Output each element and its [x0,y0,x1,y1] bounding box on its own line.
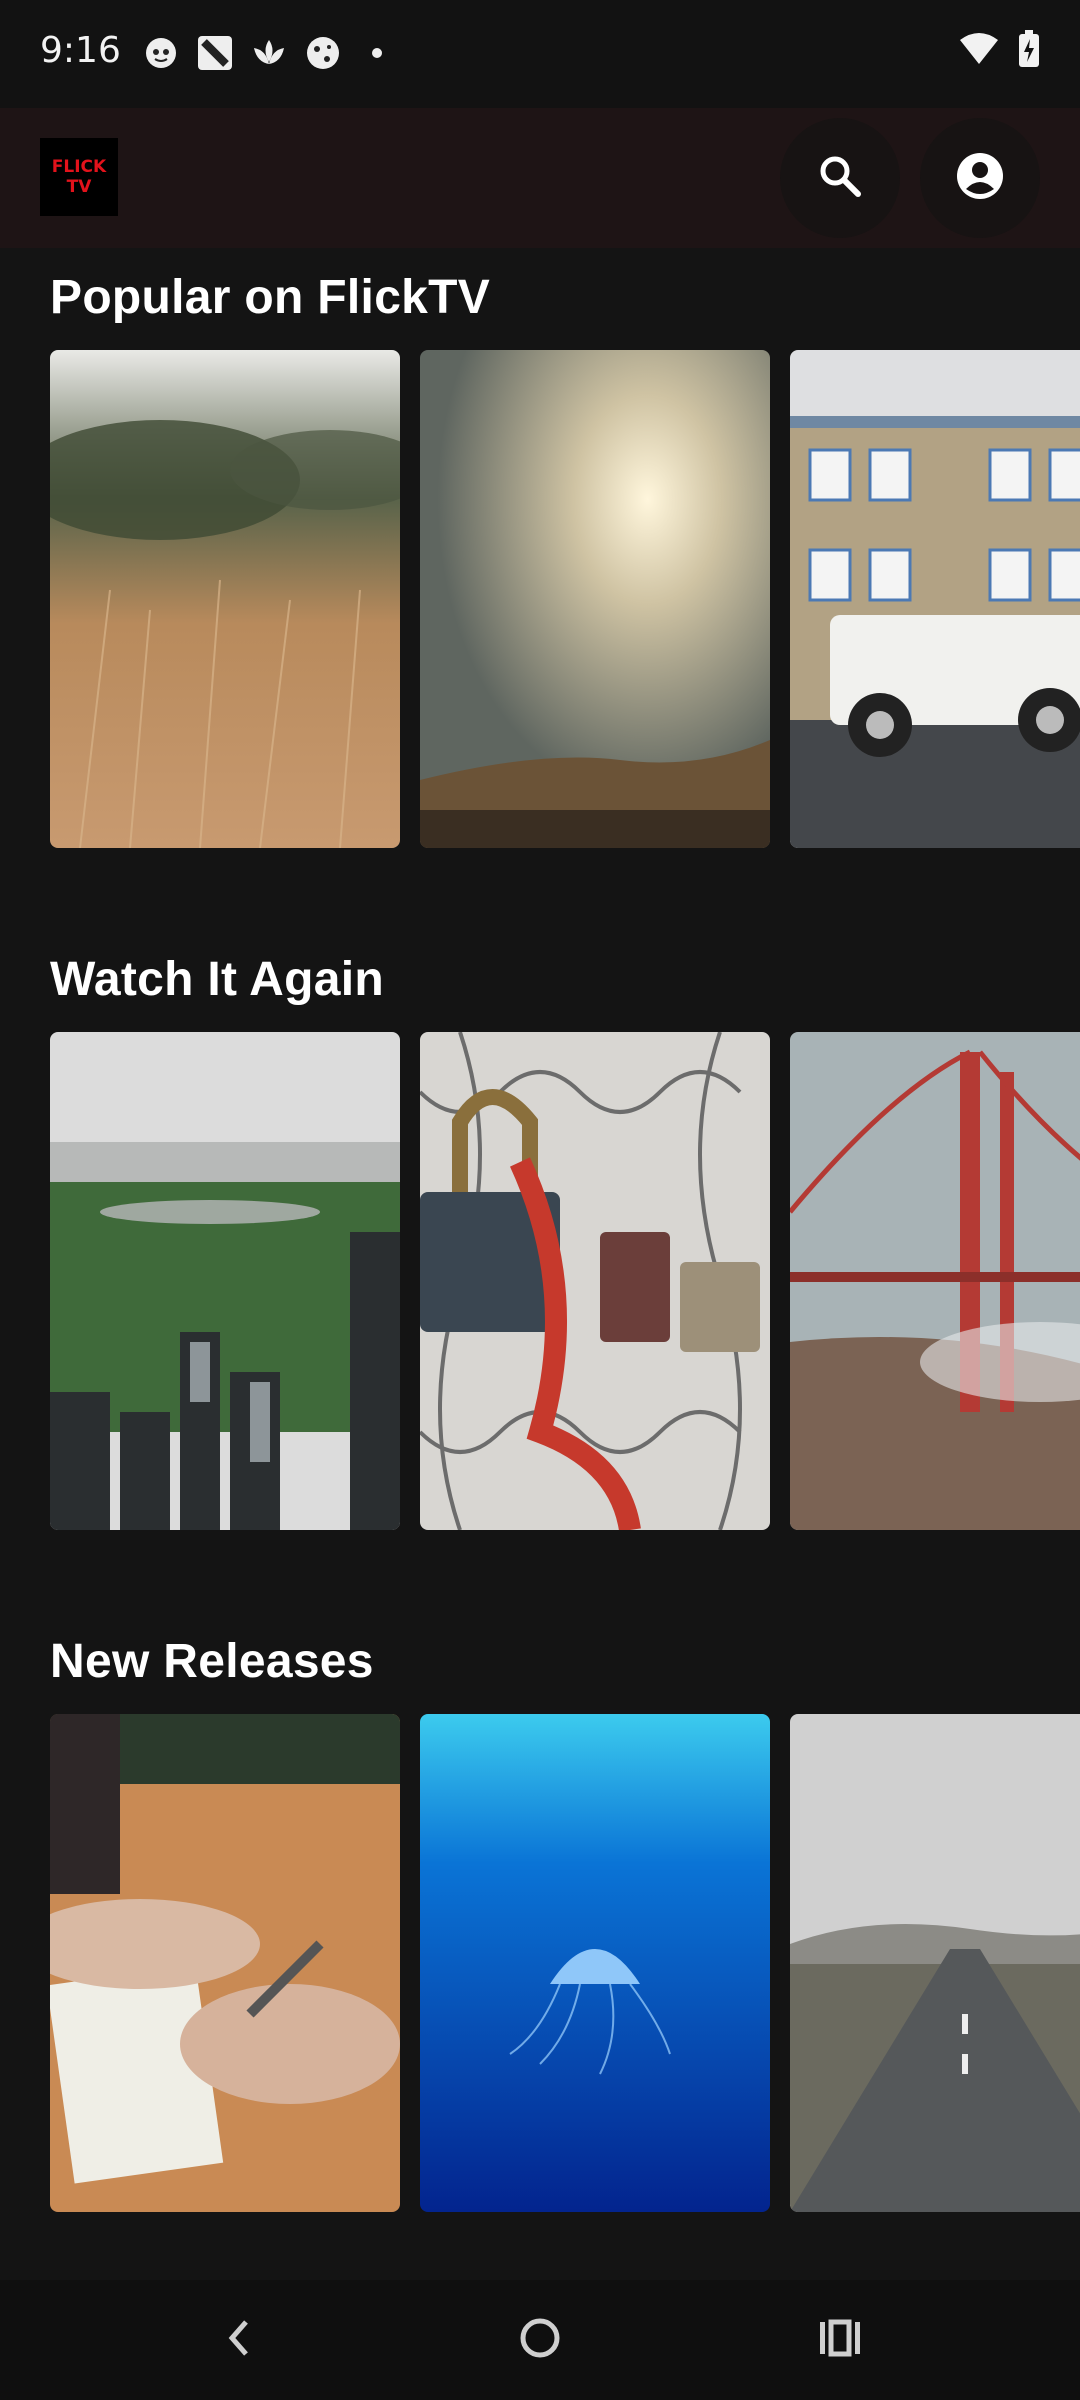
home-button[interactable] [495,2300,585,2380]
account-circle-icon [955,151,1005,206]
section-title-watch-it-again: Watch It Again [50,953,384,1006]
poster-dry-grass-field[interactable] [50,350,400,848]
battery-charging-icon [1018,30,1040,73]
back-button[interactable] [195,2300,285,2380]
system-navigation-bar [0,2280,1080,2400]
row-popular[interactable] [50,350,1080,850]
status-time: 9:16 [40,30,121,71]
profile-button[interactable] [920,118,1040,238]
logo-line-2: TV [66,177,92,197]
poster-sunlit-clouds-over-desert[interactable] [420,350,770,848]
dot-icon [356,32,398,74]
row-watch-it-again[interactable] [50,1032,1080,1532]
app-header: FLICK TV [0,108,1080,248]
flicktv-logo[interactable]: FLICK TV [40,138,118,216]
cat-face-icon [140,32,182,74]
row-new-releases[interactable] [50,1714,1080,2214]
poster-city-skyline-with-park[interactable] [50,1032,400,1530]
poster-house-with-white-suv[interactable] [790,350,1080,848]
recents-button[interactable] [795,2300,885,2380]
wifi-icon [958,32,1000,71]
word-app-icon [194,32,236,74]
system-status [958,30,1040,73]
poster-empty-road-through-landscape[interactable] [790,1714,1080,2212]
search-button[interactable] [780,118,900,238]
back-icon [220,2318,260,2363]
search-icon [816,152,864,205]
recents-icon [818,2318,862,2363]
wordle-icon [302,32,344,74]
poster-jellyfish-in-blue-water[interactable] [420,1714,770,2212]
section-title-popular: Popular on FlickTV [50,271,491,324]
lotus-icon [248,32,290,74]
poster-padlocks-on-fence[interactable] [420,1032,770,1530]
logo-line-1: FLICK [51,157,107,177]
status-bar: 9:16 [0,0,1080,108]
section-title-new-releases: New Releases [50,1635,374,1688]
poster-red-suspension-bridge[interactable] [790,1032,1080,1530]
notification-icons [140,32,398,74]
home-icon [518,2316,562,2365]
poster-hands-writing-in-notebook[interactable] [50,1714,400,2212]
